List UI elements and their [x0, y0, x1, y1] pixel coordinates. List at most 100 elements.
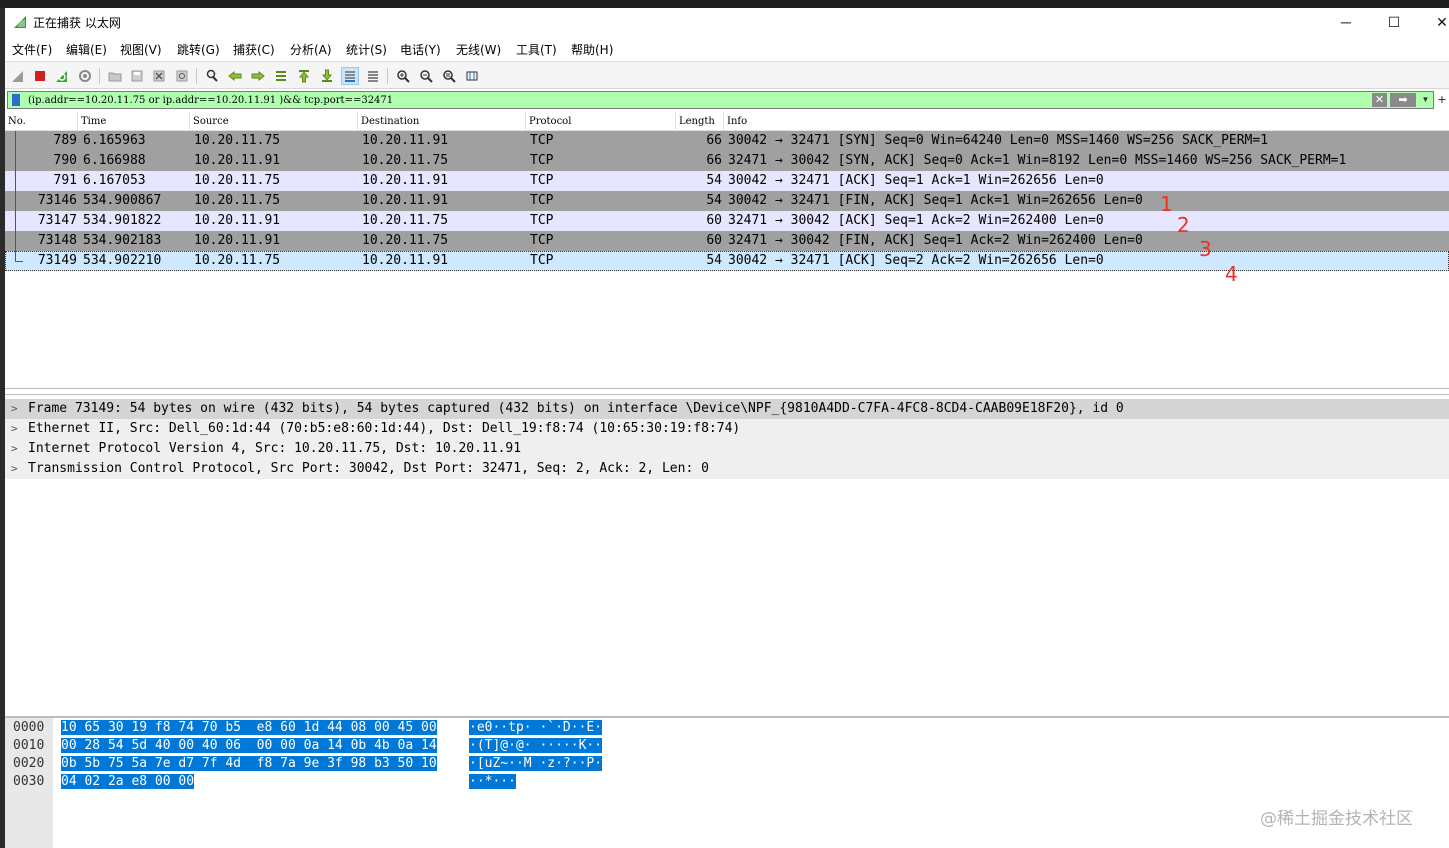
- packet-info: 30042 → 32471 [ACK] Seq=1 Ack=1 Win=2626…: [728, 173, 1104, 188]
- open-file-icon[interactable]: [106, 67, 124, 85]
- restart-capture-icon[interactable]: [53, 67, 71, 85]
- close-file-icon[interactable]: [150, 67, 168, 85]
- close-button[interactable]: ✕: [1419, 8, 1449, 36]
- packet-protocol: TCP: [530, 233, 554, 248]
- expand-arrow-icon[interactable]: >: [11, 399, 18, 419]
- packet-info: 30042 → 32471 [FIN, ACK] Seq=1 Ack=1 Win…: [728, 193, 1143, 208]
- detail-ethernet[interactable]: > Ethernet II, Src: Dell_60:1d:44 (70:b5…: [5, 419, 1449, 439]
- packet-info: 32471 → 30042 [ACK] Seq=1 Ack=2 Win=2624…: [728, 213, 1104, 228]
- menu-statistics[interactable]: 统计(S): [346, 41, 387, 58]
- column-header-source[interactable]: Source: [190, 112, 358, 131]
- expand-arrow-icon[interactable]: >: [11, 439, 18, 459]
- menu-analyze[interactable]: 分析(A): [290, 41, 332, 58]
- resize-columns-icon[interactable]: [463, 67, 481, 85]
- column-header-length[interactable]: Length: [676, 112, 724, 131]
- detail-ipv4[interactable]: > Internet Protocol Version 4, Src: 10.2…: [5, 439, 1449, 459]
- column-header-time[interactable]: Time: [78, 112, 190, 131]
- toolbar-separator: [99, 68, 100, 84]
- menu-view[interactable]: 视图(V): [120, 41, 162, 58]
- column-header-info[interactable]: Info: [724, 112, 1449, 131]
- toolbar-separator: [196, 68, 197, 84]
- packet-no: 73147: [37, 213, 77, 228]
- packet-length: 54: [706, 253, 722, 268]
- packet-length: 54: [706, 193, 722, 208]
- find-packet-icon[interactable]: [203, 67, 221, 85]
- display-filter-input[interactable]: [28, 93, 1358, 108]
- column-header-protocol[interactable]: Protocol: [526, 112, 676, 131]
- wireshark-fin-icon: [14, 16, 26, 28]
- zoom-out-icon[interactable]: [417, 67, 435, 85]
- packet-time: 6.165963: [83, 133, 146, 148]
- colorize-icon[interactable]: [364, 67, 382, 85]
- packet-row[interactable]: 791 6.167053 10.20.11.75 10.20.11.91 TCP…: [5, 171, 1449, 191]
- screen-top-border: [0, 0, 1449, 8]
- clear-filter-icon[interactable]: ✕: [1372, 93, 1387, 107]
- title-bar: 正在捕获 以太网 ─ ☐ ✕: [5, 8, 1449, 36]
- hex-bytes[interactable]: 00 28 54 5d 40 00 40 06 00 00 0a 14 0b 4…: [61, 738, 437, 753]
- maximize-button[interactable]: ☐: [1371, 8, 1417, 36]
- detail-frame[interactable]: > Frame 73149: 54 bytes on wire (432 bit…: [5, 399, 1449, 419]
- packet-protocol: TCP: [530, 133, 554, 148]
- packet-protocol: TCP: [530, 173, 554, 188]
- menu-capture[interactable]: 捕获(C): [233, 41, 275, 58]
- zoom-normal-icon[interactable]: [440, 67, 458, 85]
- packet-row[interactable]: 73147 534.901822 10.20.11.91 10.20.11.75…: [5, 211, 1449, 231]
- menu-go[interactable]: 跳转(G): [177, 41, 220, 58]
- column-header-destination[interactable]: Destination: [358, 112, 526, 131]
- menu-edit[interactable]: 编辑(E): [66, 41, 107, 58]
- go-last-icon[interactable]: [318, 67, 336, 85]
- go-back-icon[interactable]: [226, 67, 244, 85]
- expand-arrow-icon[interactable]: >: [11, 419, 18, 439]
- capture-options-icon[interactable]: [76, 67, 94, 85]
- menu-help[interactable]: 帮助(H): [571, 41, 613, 58]
- menu-file[interactable]: 文件(F): [12, 41, 52, 58]
- packet-protocol: TCP: [530, 253, 554, 268]
- packet-length: 60: [706, 233, 722, 248]
- packet-no: 790: [53, 153, 77, 168]
- packet-protocol: TCP: [530, 153, 554, 168]
- bookmark-icon[interactable]: [12, 94, 20, 106]
- packet-list-header: No. Time Source Destination Protocol Len…: [5, 112, 1449, 131]
- packet-row[interactable]: 73148 534.902183 10.20.11.91 10.20.11.75…: [5, 231, 1449, 251]
- ascii-bytes[interactable]: ·(T]@·@· ·····K··: [469, 738, 603, 753]
- reload-file-icon[interactable]: [173, 67, 191, 85]
- stop-capture-icon[interactable]: [31, 67, 49, 85]
- packet-row[interactable]: 789 6.165963 10.20.11.75 10.20.11.91 TCP…: [5, 131, 1449, 151]
- save-file-icon[interactable]: [128, 67, 146, 85]
- ascii-bytes[interactable]: ··*···: [469, 774, 516, 789]
- packet-source: 10.20.11.75: [194, 133, 281, 148]
- packet-source: 10.20.11.75: [194, 173, 281, 188]
- hex-bytes[interactable]: 0b 5b 75 5a 7e d7 7f 4d f8 7a 9e 3f 98 b…: [61, 756, 437, 771]
- menu-wireless[interactable]: 无线(W): [456, 41, 501, 58]
- shark-fin-icon[interactable]: [9, 67, 27, 85]
- add-filter-button[interactable]: +: [1436, 90, 1448, 108]
- expand-arrow-icon[interactable]: >: [11, 459, 18, 479]
- packet-details-pane: > Frame 73149: 54 bytes on wire (432 bit…: [5, 394, 1449, 717]
- go-to-packet-icon[interactable]: [272, 67, 290, 85]
- go-forward-icon[interactable]: [249, 67, 267, 85]
- ascii-bytes[interactable]: ·[uZ~··M ·z·?··P·: [469, 756, 603, 771]
- ascii-bytes[interactable]: ·e0··tp· ·`·D··E·: [469, 720, 603, 735]
- packet-row[interactable]: 73146 534.900867 10.20.11.75 10.20.11.91…: [5, 191, 1449, 211]
- packet-length: 66: [706, 153, 722, 168]
- detail-text: Internet Protocol Version 4, Src: 10.20.…: [28, 441, 522, 456]
- packet-row[interactable]: 790 6.166988 10.20.11.91 10.20.11.75 TCP…: [5, 151, 1449, 171]
- auto-scroll-icon[interactable]: [341, 67, 359, 85]
- annotation-1: 1: [1160, 192, 1173, 216]
- packet-time: 534.902210: [83, 253, 162, 268]
- hex-bytes[interactable]: 04 02 2a e8 00 00: [61, 774, 195, 789]
- packet-info: 30042 → 32471 [ACK] Seq=2 Ack=2 Win=2626…: [728, 253, 1104, 268]
- packet-length: 66: [706, 133, 722, 148]
- menu-telephony[interactable]: 电话(Y): [400, 41, 441, 58]
- menu-tools[interactable]: 工具(T): [516, 41, 557, 58]
- go-first-icon[interactable]: [295, 67, 313, 85]
- zoom-in-icon[interactable]: [394, 67, 412, 85]
- packet-length: 54: [706, 173, 722, 188]
- minimize-button[interactable]: ─: [1323, 8, 1369, 36]
- column-header-no[interactable]: No.: [5, 112, 78, 131]
- packet-destination: 10.20.11.91: [362, 173, 449, 188]
- filter-history-dropdown-icon[interactable]: ▼: [1419, 93, 1432, 107]
- hex-bytes[interactable]: 10 65 30 19 f8 74 70 b5 e8 60 1d 44 08 0…: [61, 720, 437, 735]
- apply-filter-icon[interactable]: ➡: [1390, 93, 1416, 107]
- detail-tcp[interactable]: > Transmission Control Protocol, Src Por…: [5, 459, 1449, 479]
